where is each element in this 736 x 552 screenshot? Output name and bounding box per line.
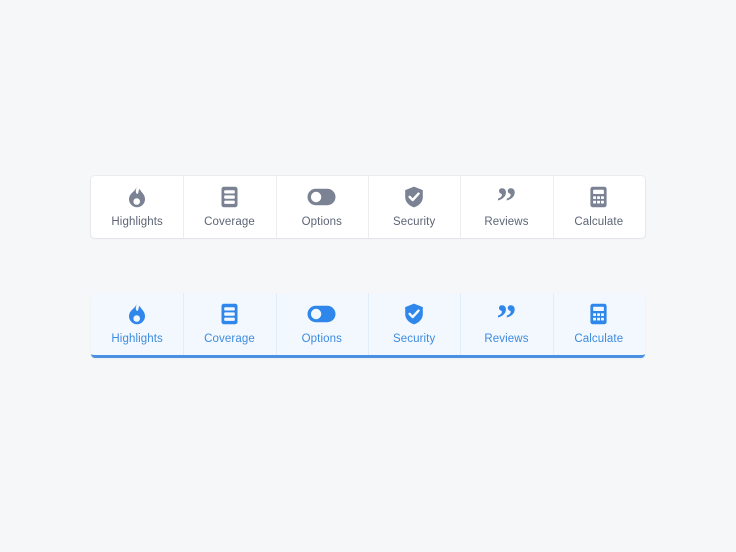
tab-options[interactable]: Options bbox=[275, 176, 368, 238]
list-document-icon bbox=[220, 303, 239, 325]
tab-calculate[interactable]: Calculate bbox=[552, 293, 645, 355]
tab-label: Options bbox=[301, 332, 342, 345]
tab-highlights[interactable]: Highlights bbox=[91, 176, 183, 238]
quote-glyph: ” bbox=[496, 295, 517, 341]
toggle-switch-icon bbox=[307, 303, 336, 325]
page-root: { "page": { "background_color": "#f6f7f8… bbox=[0, 0, 736, 552]
tab-label: Options bbox=[301, 215, 342, 228]
tab-security[interactable]: Security bbox=[367, 293, 460, 355]
tab-label: Calculate bbox=[574, 215, 624, 228]
flame-icon bbox=[127, 303, 147, 325]
quote-icon: ” bbox=[496, 298, 516, 338]
tab-label: Reviews bbox=[484, 215, 529, 228]
tab-label: Reviews bbox=[484, 332, 529, 345]
shield-check-icon bbox=[404, 186, 424, 208]
flame-icon bbox=[127, 186, 147, 208]
tab-label: Coverage bbox=[204, 215, 255, 228]
tab-coverage[interactable]: Coverage bbox=[183, 293, 275, 355]
tab-label: Calculate bbox=[574, 332, 624, 345]
quote-icon: ” bbox=[496, 181, 516, 221]
tabbar-active: Highlights Coverage Options Security ” R… bbox=[91, 293, 645, 358]
quote-glyph: ” bbox=[496, 178, 517, 224]
tab-label: Highlights bbox=[111, 332, 163, 345]
tab-highlights[interactable]: Highlights bbox=[91, 293, 183, 355]
tab-options[interactable]: Options bbox=[275, 293, 368, 355]
tab-label: Security bbox=[392, 332, 436, 345]
list-document-icon bbox=[220, 186, 239, 208]
tabbar-default: Highlights Coverage Options Security ” R… bbox=[91, 176, 645, 238]
toggle-switch-icon bbox=[307, 186, 336, 208]
tab-label: Security bbox=[392, 215, 436, 228]
tab-label: Highlights bbox=[111, 215, 163, 228]
tab-calculate[interactable]: Calculate bbox=[552, 176, 645, 238]
tab-reviews[interactable]: ” Reviews bbox=[460, 176, 552, 238]
tab-reviews[interactable]: ” Reviews bbox=[460, 293, 552, 355]
tab-coverage[interactable]: Coverage bbox=[183, 176, 275, 238]
shield-check-icon bbox=[404, 303, 424, 325]
calculator-icon bbox=[589, 186, 608, 208]
tab-label: Coverage bbox=[204, 332, 255, 345]
tab-security[interactable]: Security bbox=[367, 176, 460, 238]
calculator-icon bbox=[589, 303, 608, 325]
